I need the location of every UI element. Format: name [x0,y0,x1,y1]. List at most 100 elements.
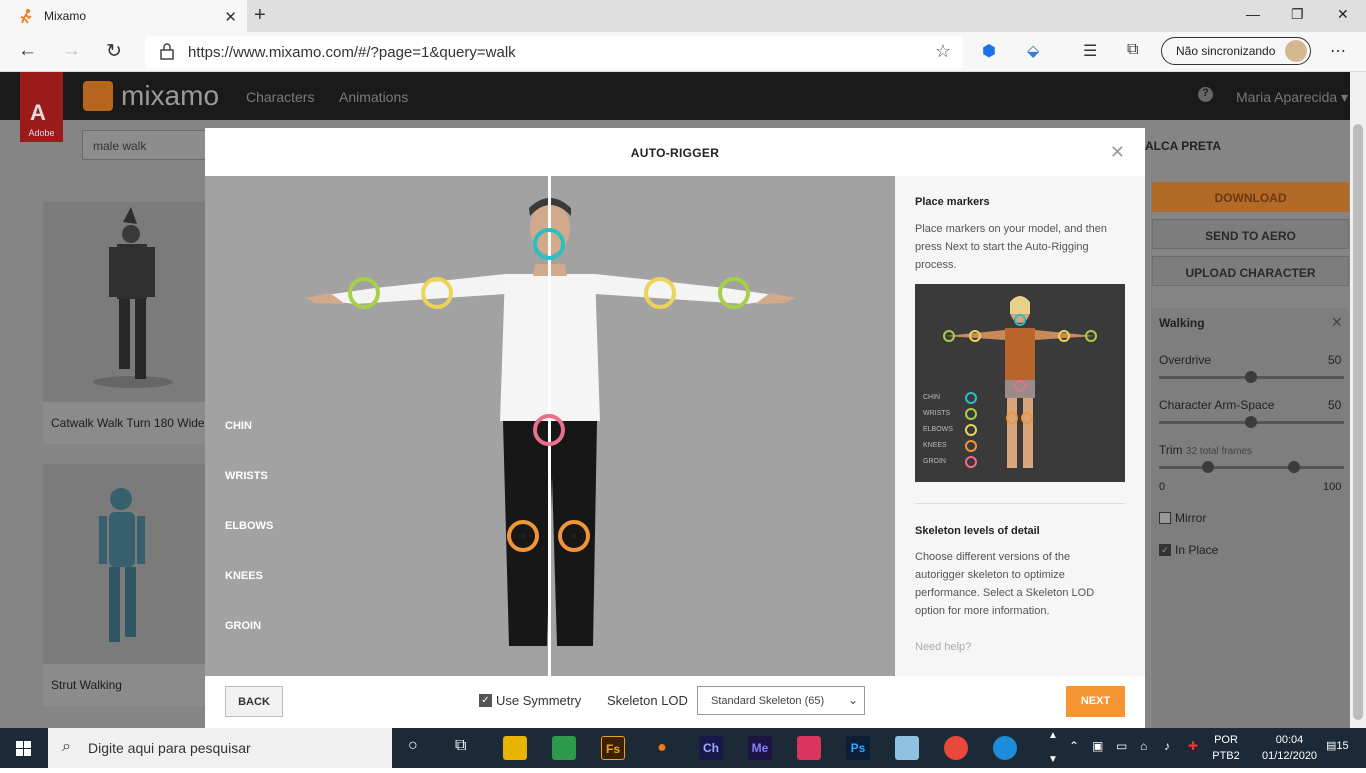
forward-arrow-icon[interactable]: → [62,40,81,62]
chevron-up-icon[interactable]: ▲ [1048,730,1058,741]
extension-icon[interactable]: ⬙ [1027,41,1039,61]
cortana-icon[interactable]: ○ [408,737,418,755]
download-button[interactable]: DOWNLOAD [1152,182,1349,212]
character-animator-icon[interactable]: Ch [699,736,723,760]
help-icon[interactable]: ? [1198,87,1213,102]
trim-start-handle[interactable] [1202,461,1214,473]
device-icon[interactable]: ▣ [1092,739,1103,753]
app-icon[interactable] [503,736,527,760]
preview-chin-marker [1014,314,1026,326]
animation-card[interactable]: Catwalk Walk Turn 180 Wide [43,202,205,444]
sync-profile-button[interactable]: Não sincronizando [1161,37,1311,65]
address-bar[interactable]: https://www.mixamo.com/#/?page=1&query=w… [145,36,963,68]
in-place-checkbox-box[interactable]: ✓ [1159,544,1171,556]
edge-icon[interactable] [993,736,1017,760]
next-button[interactable]: NEXT [1066,686,1125,717]
back-button[interactable]: BACK [225,686,283,717]
close-icon[interactable]: ✕ [1331,314,1343,331]
blender-app-icon[interactable]: ● [650,736,674,760]
maps-app-icon[interactable] [552,736,576,760]
chrome-icon[interactable] [944,736,968,760]
media-encoder-icon[interactable]: Me [748,736,772,760]
trim-end-handle[interactable] [1288,461,1300,473]
notifications-icon[interactable]: ▤15 [1326,739,1349,752]
close-tab-icon[interactable]: ✕ [224,8,237,26]
mirror-checkbox[interactable]: Mirror [1159,511,1206,525]
clock-date: 01/12/2020 [1262,750,1318,762]
scrollbar-thumb[interactable] [1353,124,1363,720]
overdrive-slider-handle[interactable] [1245,371,1257,383]
preview-groin-marker [1014,380,1026,392]
fuse-app-icon[interactable]: Fs [601,736,625,760]
wrist-marker-right[interactable] [348,277,380,309]
elbow-marker-right[interactable] [421,277,453,309]
arm-space-slider-handle[interactable] [1245,416,1257,428]
adobe-logo[interactable]: A Adobe [20,72,63,142]
windows-logo-icon [16,741,31,756]
photoshop-icon[interactable]: Ps [846,736,870,760]
trim-slider[interactable] [1159,466,1344,469]
minimize-icon[interactable]: — [1246,6,1260,22]
collections-icon[interactable]: ⧉ [1127,41,1138,59]
chevron-down-icon[interactable]: ▼ [1048,754,1058,765]
nav-animations[interactable]: Animations [339,89,408,105]
place-markers-heading: Place markers [915,196,990,208]
taskbar-search-input[interactable]: ⌕ Digite aqui para pesquisar [48,728,392,768]
skeleton-lod-select[interactable]: Standard Skeleton (65) ⌄ [697,686,865,715]
mirror-checkbox-box[interactable] [1159,512,1171,524]
animation-search-input[interactable]: male walk [82,130,212,160]
dialog-title: AUTO-RIGGER [630,146,720,160]
in-place-checkbox[interactable]: ✓ In Place [1159,543,1218,557]
favorites-icon[interactable]: ☰ [1083,41,1097,61]
more-menu-icon[interactable]: ⋯ [1330,41,1346,61]
extension-hexagon-icon[interactable]: ⬢ [982,41,996,61]
show-hidden-icons-icon[interactable]: ⌃ [1069,739,1079,753]
reload-icon[interactable]: ↻ [106,40,122,63]
close-icon[interactable]: ✕ [1110,142,1125,163]
skeleton-lod-label: Skeleton LOD [607,693,688,708]
restore-icon[interactable]: ❐ [1291,6,1304,23]
checkbox-checked-icon[interactable]: ✓ [479,694,492,707]
creative-cloud-icon[interactable] [797,736,821,760]
page-scrollbar[interactable] [1350,72,1366,728]
knee-marker-left[interactable] [558,520,590,552]
upload-character-button[interactable]: UPLOAD CHARACTER [1152,256,1349,286]
antivirus-icon[interactable]: ✚ [1188,739,1198,753]
clock[interactable]: 00:04 01/12/2020 [1262,732,1317,764]
elbow-marker-left[interactable] [644,277,676,309]
battery-icon[interactable]: ▭ [1116,739,1127,753]
groin-marker[interactable] [533,414,565,446]
rig-viewport[interactable]: CHIN WRISTS ELBOWS KNEES GROIN [205,176,895,676]
app-icon[interactable] [895,736,919,760]
trim-min: 0 [1159,481,1166,493]
mixamo-logo[interactable]: mixamo [83,80,219,112]
animation-card[interactable]: Strut Walking [43,464,205,706]
windows-taskbar: ⌕ Digite aqui para pesquisar ○ ⧉ Fs ● Ch… [0,728,1366,768]
start-button[interactable] [0,728,48,768]
adobe-label: Adobe [28,128,55,138]
knee-marker-right[interactable] [507,520,539,552]
use-symmetry-checkbox[interactable]: ✓ Use Symmetry [479,693,581,708]
nav-characters[interactable]: Characters [246,89,314,105]
in-place-label: In Place [1175,543,1219,557]
network-icon[interactable]: ⌂ [1140,739,1147,753]
animation-name: Walking [1159,316,1205,330]
marker-dot [572,534,576,538]
divider [915,503,1125,504]
language-indicator[interactable]: POR PTB2 [1208,732,1244,764]
chin-marker[interactable] [533,228,565,260]
language-code: POR [1214,734,1238,746]
need-help-link[interactable]: Need help? [915,641,971,653]
favorite-star-icon[interactable]: ☆ [935,41,951,62]
task-view-icon[interactable]: ⧉ [455,737,466,755]
close-window-icon[interactable]: ✕ [1337,6,1349,23]
browser-tab[interactable]: Mixamo ✕ [0,0,247,32]
preview-label-chin: CHIN [923,394,941,401]
send-to-aero-button[interactable]: SEND TO AERO [1152,219,1349,249]
user-menu[interactable]: Maria Aparecida ▾ [1236,89,1348,106]
volume-icon[interactable]: ♪ [1164,739,1170,753]
wrist-marker-left[interactable] [718,277,750,309]
new-tab-icon[interactable]: + [254,4,266,27]
mirror-label: Mirror [1175,511,1207,525]
back-arrow-icon[interactable]: ← [18,40,37,62]
